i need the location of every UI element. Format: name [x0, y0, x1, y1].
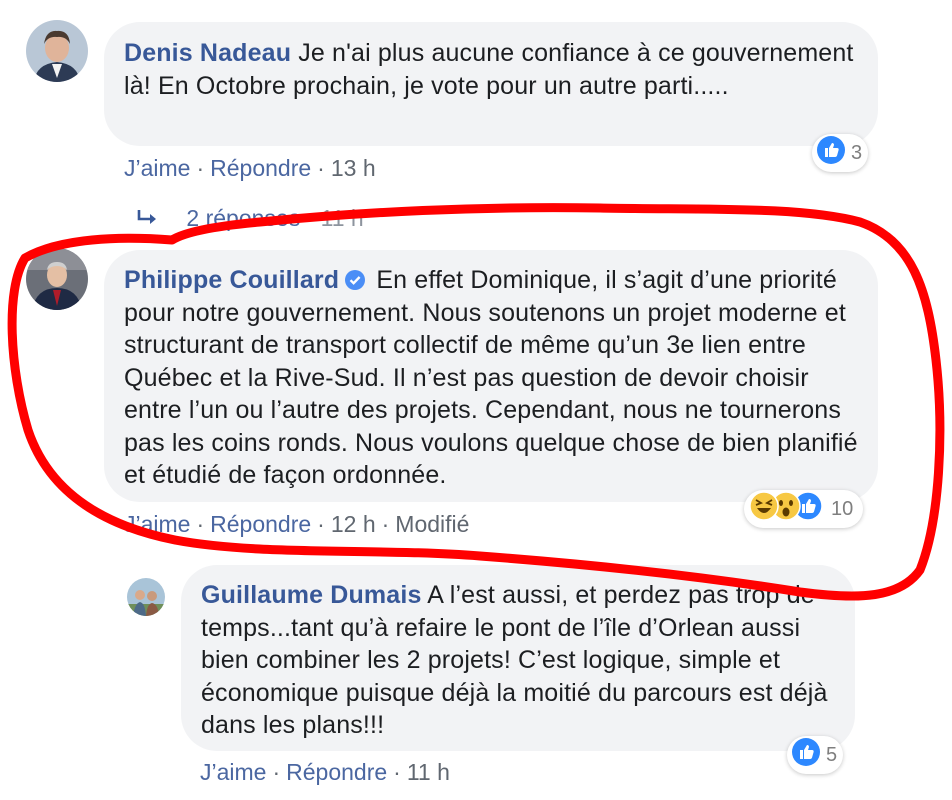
reaction-count: 10	[831, 497, 854, 520]
edited-label[interactable]: Modifié	[395, 511, 469, 537]
comment-time[interactable]: 13 h	[331, 155, 376, 181]
like-reaction-icon	[792, 738, 820, 772]
haha-reaction-icon	[749, 491, 779, 527]
comment-bubble-denis: Denis Nadeau Je n'ai plus aucune confian…	[104, 22, 878, 146]
avatar-guillaume-dumais[interactable]	[127, 578, 165, 616]
replies-time: 11 h	[320, 205, 364, 231]
like-link[interactable]: J’aime	[124, 155, 190, 181]
reaction-count-badge[interactable]: 10	[744, 490, 864, 528]
replies-count-label[interactable]: 2 réponses	[186, 205, 300, 231]
reaction-count: 3	[851, 141, 863, 164]
reaction-count-badge[interactable]: 3	[812, 134, 869, 172]
comment-author[interactable]: Philippe Couillard	[124, 266, 339, 294]
reaction-count-badge[interactable]: 5	[787, 736, 844, 774]
comment-author[interactable]: Denis Nadeau	[124, 39, 291, 67]
reply-link[interactable]: Répondre	[210, 155, 311, 181]
view-replies-link[interactable]: 2 réponses · 11 h	[136, 205, 364, 234]
reply-bubble-dumais: Guillaume Dumais A l’est aussi, et perde…	[181, 565, 855, 751]
comment-bubble-couillard: Philippe Couillard En effet Dominique, i…	[104, 250, 878, 502]
comment-time[interactable]: 12 h	[331, 511, 376, 537]
avatar-philippe-couillard[interactable]	[26, 248, 88, 310]
comment-text: En effet Dominique, il s’agit d’une prio…	[124, 266, 858, 489]
comment-author[interactable]: Guillaume Dumais	[201, 581, 422, 609]
like-link[interactable]: J’aime	[200, 759, 266, 785]
comment-time[interactable]: 11 h	[407, 759, 450, 785]
verified-badge-icon	[345, 266, 366, 290]
avatar-denis-nadeau[interactable]	[26, 20, 88, 82]
reply-link[interactable]: Répondre	[286, 759, 387, 785]
reaction-count: 5	[826, 743, 838, 766]
like-link[interactable]: J’aime	[124, 511, 190, 537]
reply-link[interactable]: Répondre	[210, 511, 311, 537]
reply-arrow-icon	[136, 207, 162, 234]
comment-actions: J’aime · Répondre · 13 h	[124, 155, 376, 181]
comment-actions: J’aime · Répondre · 11 h	[200, 759, 450, 785]
comment-actions: J’aime · Répondre · 12 h · Modifié	[124, 511, 470, 537]
like-reaction-icon	[817, 136, 845, 170]
